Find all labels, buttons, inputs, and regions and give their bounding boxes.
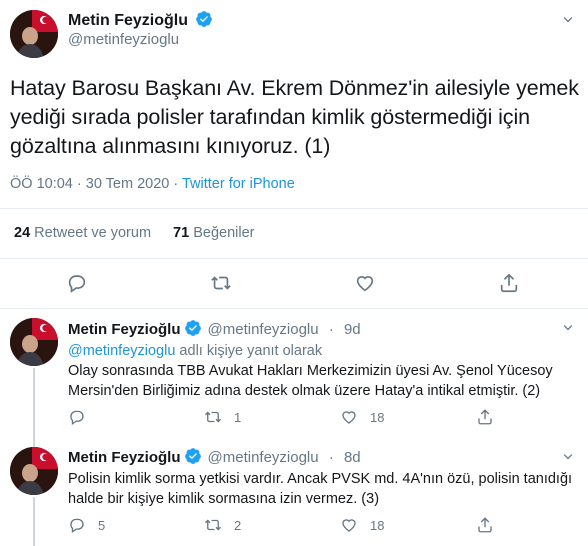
share-button[interactable] xyxy=(498,272,520,294)
author-name[interactable]: Metin Feyzioğlu xyxy=(68,449,181,466)
meta-separator: · xyxy=(169,176,182,192)
like-icon xyxy=(342,519,356,532)
reply-context: @metinfeyzioglu adlı kişiye yanıt olarak xyxy=(68,341,583,361)
verified-badge-icon xyxy=(184,448,201,464)
tweet-meta: ÖÖ 10:04 · 30 Tem 2020 · Twitter for iPh… xyxy=(10,176,295,192)
share-icon xyxy=(478,517,492,533)
retweet-button[interactable]: 2 xyxy=(204,516,241,534)
tweet-source-link[interactable]: Twitter for iPhone xyxy=(182,176,295,192)
share-button[interactable] xyxy=(476,408,494,426)
reply-time[interactable]: 9d xyxy=(344,321,361,338)
reply-count: 5 xyxy=(98,517,106,533)
like-button[interactable]: 18 xyxy=(340,516,384,534)
reply-to-link[interactable]: @metinfeyzioglu xyxy=(68,343,175,359)
reply-header: Metin Feyzioğlu @metinfeyzioglu · 9d xyxy=(68,319,361,338)
thread-line xyxy=(33,497,35,546)
reply-text: Polisin kimlik sorma yetkisi vardır. Anc… xyxy=(68,471,573,507)
reply-button[interactable]: 5 xyxy=(68,516,105,534)
avatar[interactable] xyxy=(10,318,58,366)
like-stat[interactable]: 71 Beğeniler xyxy=(173,225,254,241)
like-count: 18 xyxy=(370,517,385,533)
dot-separator: · xyxy=(324,321,338,338)
retweet-icon xyxy=(205,411,221,423)
like-count: 18 xyxy=(370,409,385,425)
author-name-text[interactable]: Metin Feyzioğlu xyxy=(68,12,188,29)
author-handle[interactable]: @metinfeyzioglu xyxy=(208,321,319,338)
retweet-count: 24 xyxy=(14,225,31,241)
retweet-count: 2 xyxy=(234,517,242,533)
chevron-down-icon[interactable] xyxy=(560,449,576,465)
reply-button[interactable] xyxy=(68,408,98,426)
share-button[interactable] xyxy=(476,516,494,534)
retweet-icon xyxy=(205,519,221,531)
reply-button[interactable] xyxy=(66,272,88,294)
reply-icon xyxy=(70,410,84,426)
dot-separator: · xyxy=(324,449,338,466)
author-name[interactable]: Metin Feyzioğlu xyxy=(68,321,181,338)
tweet-stats: 24 Retweet ve yorum 71 Beğeniler xyxy=(14,225,254,241)
reply-text: Olay sonrasında TBB Avukat Hakları Merke… xyxy=(68,363,553,399)
like-icon xyxy=(356,276,374,292)
divider xyxy=(0,308,588,309)
verified-badge-icon xyxy=(196,11,213,27)
divider xyxy=(0,208,588,209)
like-button[interactable]: 18 xyxy=(340,408,384,426)
like-count: 71 xyxy=(173,225,190,241)
reply-time[interactable]: 8d xyxy=(344,449,361,466)
author-handle[interactable]: @metinfeyzioglu xyxy=(68,31,179,48)
chevron-down-icon[interactable] xyxy=(560,12,576,28)
avatar[interactable] xyxy=(10,447,58,495)
verified-badge-icon xyxy=(184,320,201,336)
like-label: Beğeniler xyxy=(193,225,255,241)
retweet-button[interactable]: 1 xyxy=(204,408,241,426)
author-handle[interactable]: @metinfeyzioglu xyxy=(208,449,319,466)
chevron-down-icon[interactable] xyxy=(560,320,576,336)
retweet-label: Retweet ve yorum xyxy=(34,225,152,241)
reply-icon xyxy=(68,275,86,293)
reply-to-suffix: adlı kişiye yanıt olarak xyxy=(175,343,323,359)
retweet-stat[interactable]: 24 Retweet ve yorum xyxy=(14,225,151,241)
tweet-timestamp[interactable]: ÖÖ 10:04 · 30 Tem 2020 xyxy=(10,176,169,192)
share-icon xyxy=(500,273,518,293)
like-icon xyxy=(342,411,356,424)
reply-icon xyxy=(70,518,84,534)
tweet-text: Hatay Barosu Başkanı Av. Ekrem Dönmez'in… xyxy=(10,76,579,158)
like-button[interactable] xyxy=(354,272,376,294)
retweet-count: 1 xyxy=(234,409,242,425)
share-icon xyxy=(478,409,492,425)
retweet-icon xyxy=(211,276,231,290)
thread-line xyxy=(33,368,35,448)
retweet-button[interactable] xyxy=(210,272,232,294)
reply-header: Metin Feyzioğlu @metinfeyzioglu · 8d xyxy=(68,447,361,466)
author-name[interactable]: Metin Feyzioğlu xyxy=(68,10,213,30)
divider xyxy=(0,258,588,259)
avatar[interactable] xyxy=(10,10,58,58)
